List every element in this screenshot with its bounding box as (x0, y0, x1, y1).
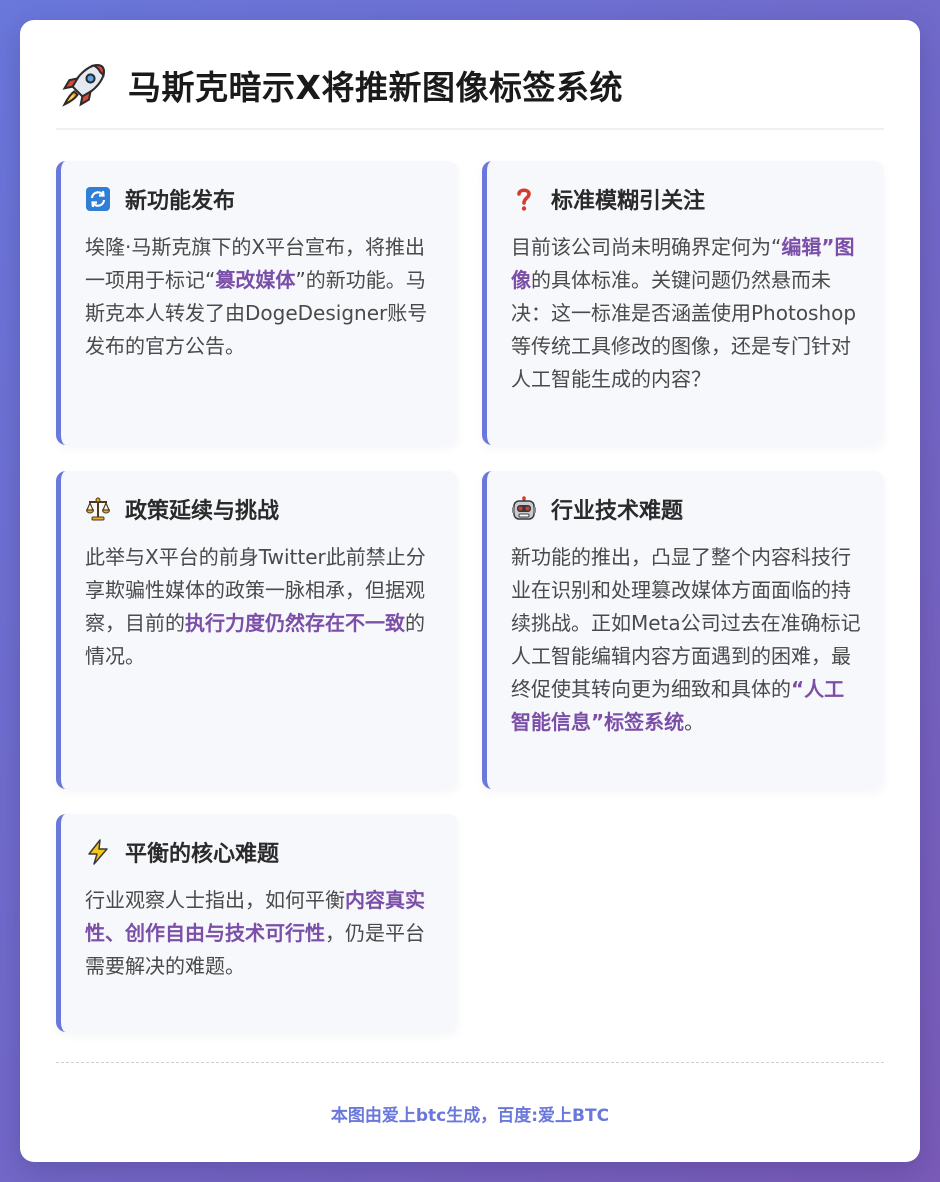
section-new-feature: 新功能发布 埃隆·马斯克旗下的X平台宣布，将推出一项用于标记“篡改媒体”的新功能… (56, 161, 458, 445)
section-body: 目前该公司尚未明确界定何为“编辑”图像的具体标准。关键问题仍然悬而未决：这一标准… (511, 231, 862, 396)
section-body: 此举与X平台的前身Twitter此前禁止分享欺骗性媒体的政策一脉相承，但据观察，… (85, 541, 436, 673)
section-header: 行业技术难题 (511, 493, 862, 525)
section-header: 标准模糊引关注 (511, 183, 862, 215)
section-title: 平衡的核心难题 (125, 842, 280, 867)
section-vague-standard: 标准模糊引关注 目前该公司尚未明确界定何为“编辑”图像的具体标准。关键问题仍然悬… (482, 161, 884, 445)
section-title: 新功能发布 (125, 189, 236, 214)
section-title: 标准模糊引关注 (551, 189, 706, 214)
section-industry-challenge: 行业技术难题 新功能的推出，凸显了整个内容科技行业在识别和处理篡改媒体方面面临的… (482, 471, 884, 789)
body-text: 的具体标准。关键问题仍然悬而未决：这一标准是否涵盖使用Photoshop等传统工… (511, 268, 857, 391)
section-header: 新功能发布 (85, 183, 436, 215)
section-body: 新功能的推出，凸显了整个内容科技行业在识别和处理篡改媒体方面面临的持续挑战。正如… (511, 541, 862, 739)
body-text: 。 (684, 710, 705, 734)
section-policy-continuation: 政策延续与挑战 此举与X平台的前身Twitter此前禁止分享欺骗性媒体的政策一脉… (56, 471, 458, 789)
lightning-icon (88, 839, 108, 865)
section-header: 政策延续与挑战 (85, 493, 436, 525)
section-title: 政策延续与挑战 (125, 499, 280, 524)
body-highlight: 篡改媒体 (215, 268, 296, 292)
body-text: 行业观察人士指出，如何平衡 (85, 888, 345, 912)
question-icon (517, 188, 531, 211)
section-body: 埃隆·马斯克旗下的X平台宣布，将推出一项用于标记“篡改媒体”的新功能。马斯克本人… (85, 231, 436, 363)
refresh-icon (86, 187, 110, 211)
page-header: 马斯克暗示X将推新图像标签系统 (56, 58, 884, 130)
page-title: 马斯克暗示X将推新图像标签系统 (128, 68, 623, 107)
section-header: 平衡的核心难题 (85, 836, 436, 868)
section-title: 行业技术难题 (551, 499, 684, 524)
main-card: 马斯克暗示X将推新图像标签系统 新功能发布 埃隆·马斯克旗下的X平台宣布，将推出… (20, 20, 920, 1162)
rocket-icon (62, 64, 105, 107)
footer: 本图由爱上btc生成，百度:爱上BTC (56, 1062, 884, 1126)
body-text: 目前该公司尚未明确界定何为“ (511, 235, 782, 259)
scales-icon (85, 497, 111, 521)
body-highlight: 执行力度仍然存在不一致 (185, 611, 405, 635)
footer-credit: 本图由爱上btc生成，百度:爱上BTC (330, 1106, 610, 1126)
section-balance-problem: 平衡的核心难题 行业观察人士指出，如何平衡内容真实性、创作自由与技术可行性，仍是… (56, 814, 458, 1032)
section-body: 行业观察人士指出，如何平衡内容真实性、创作自由与技术可行性，仍是平台需要解决的难… (85, 884, 436, 983)
robot-icon (512, 496, 536, 520)
